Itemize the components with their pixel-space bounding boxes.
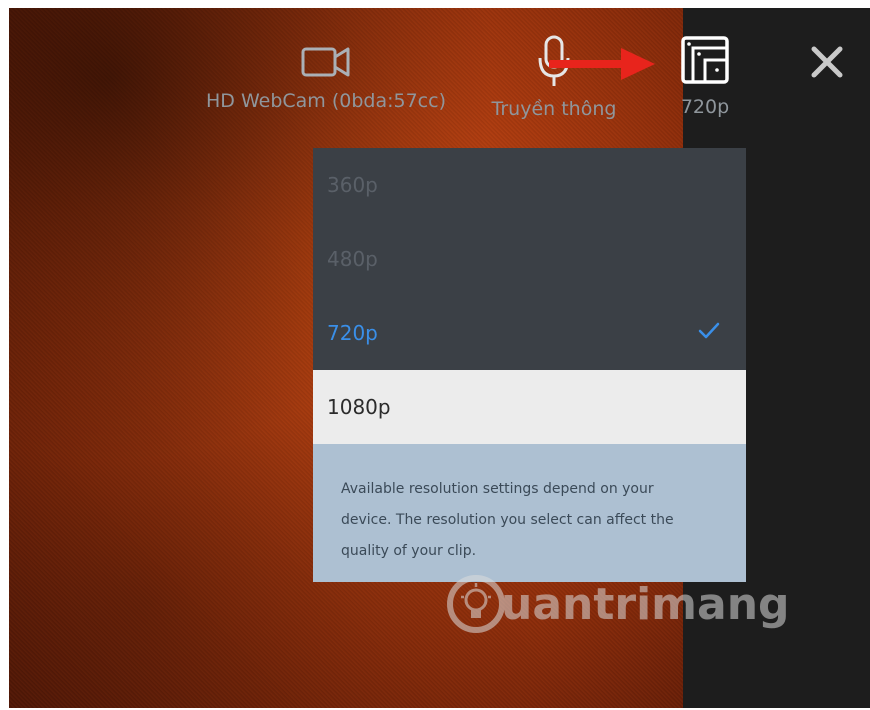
resolution-option-720p[interactable]: 720p [313, 296, 746, 370]
webcam-label: HD WebCam (0bda:57cc) [206, 90, 446, 112]
watermark-text: uantrimang [501, 578, 790, 630]
resolution-icon [681, 36, 729, 84]
resolution-dropdown: 360p 480p 720p 1080p Available resolutio… [313, 148, 746, 582]
close-icon [811, 46, 843, 78]
option-label: 480p [327, 247, 378, 271]
camera-app-window: HD WebCam (0bda:57cc) Truyền thông 720p [9, 8, 870, 708]
watermark: uantrimang [445, 573, 790, 635]
lightbulb-logo-icon [447, 575, 505, 633]
resolution-option-360p[interactable]: 360p [313, 148, 746, 222]
option-label: 360p [327, 173, 378, 197]
resolution-selector[interactable]: 720p [665, 34, 745, 118]
resolution-option-480p[interactable]: 480p [313, 222, 746, 296]
option-label: 720p [327, 321, 378, 345]
option-label: 1080p [327, 395, 391, 419]
webcam-selector[interactable]: HD WebCam (0bda:57cc) [195, 44, 457, 112]
resolution-info-text: Available resolution settings depend on … [313, 444, 746, 582]
resolution-option-1080p[interactable]: 1080p [313, 370, 746, 444]
webcam-icon [301, 47, 350, 77]
checkmark-icon [698, 322, 720, 339]
annotation-arrow-icon [549, 48, 655, 80]
microphone-label: Truyền thông [491, 98, 617, 120]
resolution-label: 720p [680, 96, 730, 118]
close-button[interactable] [809, 44, 845, 80]
